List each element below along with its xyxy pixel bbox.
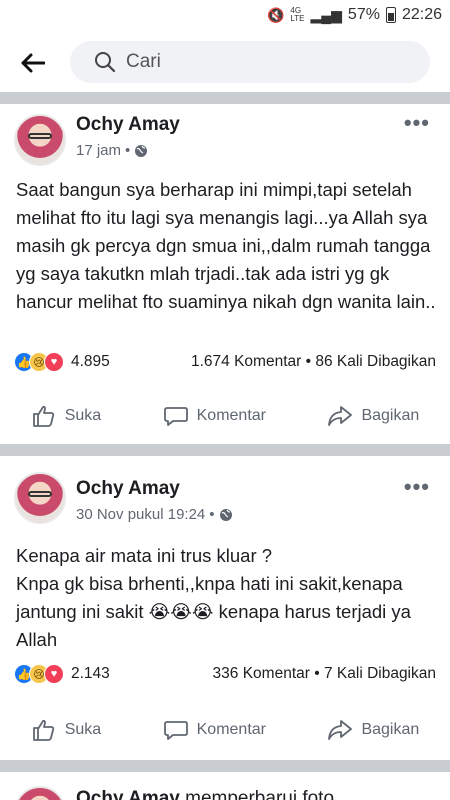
comment-icon (163, 407, 188, 426)
meta-separator: • (209, 506, 215, 523)
post-card: Ochy Amay 30 Nov pukul 19:24 • ••• Kenap… (0, 456, 450, 760)
mute-icon: 🔇 (266, 6, 285, 23)
post-header-line: Ochy Amay memperbarui foto (76, 788, 436, 800)
engagement-counts: 1.674 Komentar • 86 Kali Dibagikan (191, 353, 436, 371)
avatar[interactable] (14, 786, 66, 800)
comment-count[interactable]: 1.674 Komentar (191, 353, 301, 370)
share-button[interactable]: Bagikan (311, 397, 435, 435)
thumbs-up-icon (32, 405, 54, 427)
reaction-count: 2.143 (71, 665, 110, 682)
share-icon (328, 720, 353, 740)
globe-icon (219, 508, 232, 521)
comment-button[interactable]: Komentar (147, 711, 282, 749)
search-icon (95, 52, 116, 73)
signal-icon: ▂▄▆ (310, 6, 342, 23)
reactions-summary[interactable]: 👍 😢 ♥ 4.895 (14, 352, 110, 372)
like-button[interactable]: Suka (15, 711, 117, 749)
comment-button[interactable]: Komentar (147, 397, 282, 435)
share-count[interactable]: 86 Kali Dibagikan (315, 353, 436, 370)
search-bar[interactable] (70, 41, 430, 83)
more-options-icon[interactable]: ••• (404, 110, 430, 136)
comment-count[interactable]: 336 Komentar (213, 665, 310, 682)
status-bar: 🔇 4G LTE ▂▄▆ 57% 22:26 (0, 0, 450, 32)
post-author[interactable]: Ochy Amay (76, 788, 180, 800)
post-body: Kenapa air mata ini trus kluar ? Knpa gk… (16, 545, 411, 650)
thumbs-up-icon (32, 719, 54, 741)
post-author[interactable]: Ochy Amay (76, 114, 180, 136)
post-author[interactable]: Ochy Amay (76, 478, 180, 500)
status-icons: 🔇 4G LTE ▂▄▆ 57% 22:26 (267, 6, 442, 24)
avatar[interactable] (14, 472, 66, 524)
meta-separator: • (125, 142, 131, 159)
feed-divider (0, 92, 450, 104)
globe-icon (135, 144, 148, 157)
post-meta: 30 Nov pukul 19:24 • (76, 506, 233, 523)
post-actions: Suka Komentar Bagikan (0, 710, 450, 750)
feed-divider (0, 760, 450, 772)
search-header (0, 32, 450, 92)
stats-separator: • (314, 665, 320, 682)
share-count[interactable]: 7 Kali Dibagikan (324, 665, 436, 682)
share-button[interactable]: Bagikan (311, 711, 435, 749)
share-icon (328, 406, 353, 426)
like-button[interactable]: Suka (15, 397, 117, 435)
engagement-counts: 336 Komentar • 7 Kali Dibagikan (213, 665, 436, 683)
more-options-icon[interactable]: ••• (404, 474, 430, 500)
battery-icon (385, 7, 396, 23)
post-action-text: memperbarui foto (185, 788, 335, 800)
love-reaction-icon: ♥ (44, 664, 64, 684)
feed-divider (0, 444, 450, 456)
post-body: Saat bangun sya berharap ini mimpi,tapi … (16, 179, 436, 312)
post-stats: 👍 😢 ♥ 2.143 336 Komentar • 7 Kali Dibagi… (14, 662, 436, 686)
back-button[interactable] (18, 48, 48, 78)
search-input[interactable] (126, 51, 386, 73)
post-actions: Suka Komentar Bagikan (0, 396, 450, 436)
reactions-summary[interactable]: 👍 😢 ♥ 2.143 (14, 664, 110, 684)
arrow-left-icon (21, 53, 45, 73)
stats-separator: • (305, 353, 312, 370)
post-card: Ochy Amay 17 jam • ••• Saat bangun sya b… (0, 104, 450, 444)
avatar[interactable] (14, 114, 66, 166)
battery-percent: 57% (347, 6, 380, 23)
clock: 22:26 (401, 6, 442, 23)
post-card: Ochy Amay memperbarui foto (0, 772, 450, 800)
reaction-count: 4.895 (71, 353, 110, 370)
post-time[interactable]: 30 Nov pukul 19:24 (76, 506, 205, 523)
love-reaction-icon: ♥ (44, 352, 64, 372)
post-stats: 👍 😢 ♥ 4.895 1.674 Komentar • 86 Kali Dib… (14, 350, 436, 374)
network-indicator: 4G LTE (290, 6, 305, 23)
post-time[interactable]: 17 jam (76, 142, 121, 159)
post-meta: 17 jam • (76, 142, 148, 159)
comment-icon (163, 721, 188, 740)
